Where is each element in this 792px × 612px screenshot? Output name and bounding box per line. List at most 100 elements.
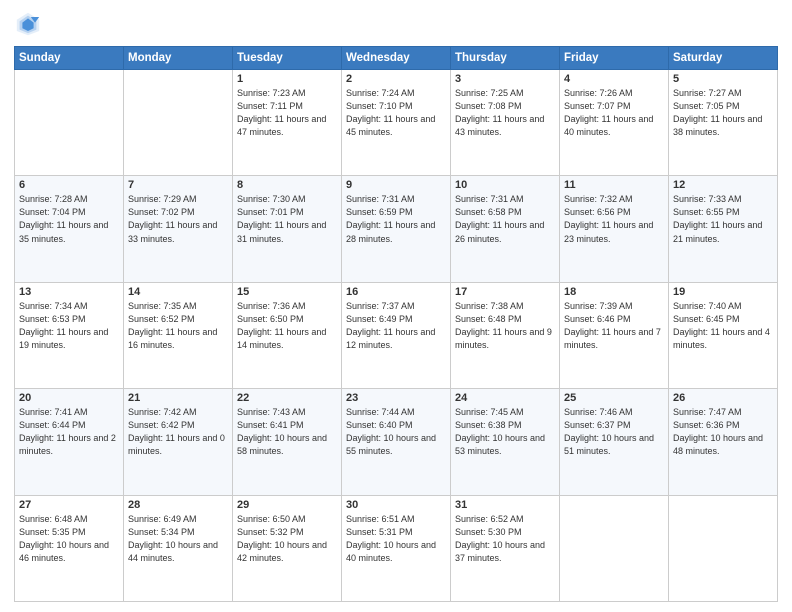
day-number: 29 [237, 499, 337, 511]
calendar-cell: 13 Sunrise: 7:34 AM Sunset: 6:53 PM Dayli… [15, 282, 124, 388]
day-number: 2 [346, 73, 446, 85]
day-info: Sunrise: 7:35 AM Sunset: 6:52 PM Dayligh… [128, 300, 228, 352]
day-number: 18 [564, 286, 664, 298]
calendar-cell: 5 Sunrise: 7:27 AM Sunset: 7:05 PM Daylig… [669, 70, 778, 176]
day-info: Sunrise: 7:33 AM Sunset: 6:55 PM Dayligh… [673, 193, 773, 245]
day-of-week-monday: Monday [124, 47, 233, 70]
calendar-cell: 11 Sunrise: 7:32 AM Sunset: 6:56 PM Dayli… [560, 176, 669, 282]
day-number: 6 [19, 179, 119, 191]
day-number: 17 [455, 286, 555, 298]
day-number: 4 [564, 73, 664, 85]
day-number: 14 [128, 286, 228, 298]
calendar-cell: 30 Sunrise: 6:51 AM Sunset: 5:31 PM Dayli… [342, 495, 451, 601]
day-of-week-thursday: Thursday [451, 47, 560, 70]
day-number: 13 [19, 286, 119, 298]
day-info: Sunrise: 6:51 AM Sunset: 5:31 PM Dayligh… [346, 513, 446, 565]
day-info: Sunrise: 7:41 AM Sunset: 6:44 PM Dayligh… [19, 406, 119, 458]
calendar-header-row: SundayMondayTuesdayWednesdayThursdayFrid… [15, 47, 778, 70]
day-info: Sunrise: 7:23 AM Sunset: 7:11 PM Dayligh… [237, 87, 337, 139]
calendar-cell: 23Sunrise: 7:44 AM Sunset: 6:40 PM Dayli… [342, 389, 451, 495]
calendar-cell: 19 Sunrise: 7:40 AM Sunset: 6:45 PM Dayli… [669, 282, 778, 388]
calendar-table: SundayMondayTuesdayWednesdayThursdayFrid… [14, 46, 778, 602]
calendar-cell: 4 Sunrise: 7:26 AM Sunset: 7:07 PM Daylig… [560, 70, 669, 176]
calendar-cell [124, 70, 233, 176]
calendar-cell: 21 Sunrise: 7:42 AM Sunset: 6:42 PM Dayli… [124, 389, 233, 495]
day-info: Sunrise: 7:37 AM Sunset: 6:49 PM Dayligh… [346, 300, 446, 352]
calendar-cell: 12 Sunrise: 7:33 AM Sunset: 6:55 PM Dayli… [669, 176, 778, 282]
day-info: Sunrise: 7:47 AM Sunset: 6:36 PM Dayligh… [673, 406, 773, 458]
day-info: Sunrise: 7:32 AM Sunset: 6:56 PM Dayligh… [564, 193, 664, 245]
calendar-cell: 22 Sunrise: 7:43 AM Sunset: 6:41 PM Dayli… [233, 389, 342, 495]
day-info: Sunrise: 7:45 AM Sunset: 6:38 PM Dayligh… [455, 406, 555, 458]
day-info: Sunrise: 7:31 AM Sunset: 6:59 PM Dayligh… [346, 193, 446, 245]
day-info: Sunrise: 7:24 AM Sunset: 7:10 PM Dayligh… [346, 87, 446, 139]
day-number: 12 [673, 179, 773, 191]
day-number: 27 [19, 499, 119, 511]
day-number: 11 [564, 179, 664, 191]
calendar-cell: 3Sunrise: 7:25 AM Sunset: 7:08 PM Daylig… [451, 70, 560, 176]
calendar-cell: 25 Sunrise: 7:46 AM Sunset: 6:37 PM Dayli… [560, 389, 669, 495]
calendar-cell: 24 Sunrise: 7:45 AM Sunset: 6:38 PM Dayli… [451, 389, 560, 495]
day-number: 3 [455, 73, 555, 85]
week-row-1: 1 Sunrise: 7:23 AM Sunset: 7:11 PM Daylig… [15, 70, 778, 176]
calendar-cell: 15 Sunrise: 7:36 AM Sunset: 6:50 PM Dayli… [233, 282, 342, 388]
day-number: 22 [237, 392, 337, 404]
calendar-cell [669, 495, 778, 601]
day-number: 25 [564, 392, 664, 404]
logo-icon [14, 10, 42, 38]
day-number: 1 [237, 73, 337, 85]
day-info: Sunrise: 7:26 AM Sunset: 7:07 PM Dayligh… [564, 87, 664, 139]
day-info: Sunrise: 7:40 AM Sunset: 6:45 PM Dayligh… [673, 300, 773, 352]
day-info: Sunrise: 6:50 AM Sunset: 5:32 PM Dayligh… [237, 513, 337, 565]
day-of-week-wednesday: Wednesday [342, 47, 451, 70]
calendar-cell: 10 Sunrise: 7:31 AM Sunset: 6:58 PM Dayli… [451, 176, 560, 282]
calendar-cell: 27Sunrise: 6:48 AM Sunset: 5:35 PM Dayli… [15, 495, 124, 601]
day-of-week-tuesday: Tuesday [233, 47, 342, 70]
day-info: Sunrise: 7:31 AM Sunset: 6:58 PM Dayligh… [455, 193, 555, 245]
calendar-cell: 7Sunrise: 7:29 AM Sunset: 7:02 PM Daylig… [124, 176, 233, 282]
day-info: Sunrise: 6:49 AM Sunset: 5:34 PM Dayligh… [128, 513, 228, 565]
calendar-cell: 1 Sunrise: 7:23 AM Sunset: 7:11 PM Daylig… [233, 70, 342, 176]
day-number: 9 [346, 179, 446, 191]
day-number: 24 [455, 392, 555, 404]
day-number: 30 [346, 499, 446, 511]
day-info: Sunrise: 7:38 AM Sunset: 6:48 PM Dayligh… [455, 300, 555, 352]
page: SundayMondayTuesdayWednesdayThursdayFrid… [0, 0, 792, 612]
day-number: 15 [237, 286, 337, 298]
calendar-cell: 20 Sunrise: 7:41 AM Sunset: 6:44 PM Dayli… [15, 389, 124, 495]
day-number: 21 [128, 392, 228, 404]
week-row-3: 13 Sunrise: 7:34 AM Sunset: 6:53 PM Dayli… [15, 282, 778, 388]
day-info: Sunrise: 7:34 AM Sunset: 6:53 PM Dayligh… [19, 300, 119, 352]
day-number: 5 [673, 73, 773, 85]
day-info: Sunrise: 7:43 AM Sunset: 6:41 PM Dayligh… [237, 406, 337, 458]
calendar-cell: 17 Sunrise: 7:38 AM Sunset: 6:48 PM Dayli… [451, 282, 560, 388]
calendar-cell [560, 495, 669, 601]
week-row-5: 27Sunrise: 6:48 AM Sunset: 5:35 PM Dayli… [15, 495, 778, 601]
day-info: Sunrise: 7:36 AM Sunset: 6:50 PM Dayligh… [237, 300, 337, 352]
day-of-week-friday: Friday [560, 47, 669, 70]
calendar-cell: 8Sunrise: 7:30 AM Sunset: 7:01 PM Daylig… [233, 176, 342, 282]
day-info: Sunrise: 7:46 AM Sunset: 6:37 PM Dayligh… [564, 406, 664, 458]
day-info: Sunrise: 7:27 AM Sunset: 7:05 PM Dayligh… [673, 87, 773, 139]
day-number: 10 [455, 179, 555, 191]
day-number: 23 [346, 392, 446, 404]
day-info: Sunrise: 7:30 AM Sunset: 7:01 PM Dayligh… [237, 193, 337, 245]
calendar-cell: 18Sunrise: 7:39 AM Sunset: 6:46 PM Dayli… [560, 282, 669, 388]
calendar-cell: 9 Sunrise: 7:31 AM Sunset: 6:59 PM Daylig… [342, 176, 451, 282]
day-of-week-sunday: Sunday [15, 47, 124, 70]
calendar-cell [15, 70, 124, 176]
day-number: 26 [673, 392, 773, 404]
logo [14, 10, 46, 38]
calendar-cell: 28Sunrise: 6:49 AM Sunset: 5:34 PM Dayli… [124, 495, 233, 601]
day-number: 16 [346, 286, 446, 298]
calendar-cell: 14 Sunrise: 7:35 AM Sunset: 6:52 PM Dayli… [124, 282, 233, 388]
day-info: Sunrise: 6:52 AM Sunset: 5:30 PM Dayligh… [455, 513, 555, 565]
day-info: Sunrise: 7:29 AM Sunset: 7:02 PM Dayligh… [128, 193, 228, 245]
calendar-cell: 31 Sunrise: 6:52 AM Sunset: 5:30 PM Dayli… [451, 495, 560, 601]
day-number: 20 [19, 392, 119, 404]
day-info: Sunrise: 7:42 AM Sunset: 6:42 PM Dayligh… [128, 406, 228, 458]
day-number: 31 [455, 499, 555, 511]
day-number: 19 [673, 286, 773, 298]
calendar-cell: 29 Sunrise: 6:50 AM Sunset: 5:32 PM Dayli… [233, 495, 342, 601]
header [14, 10, 778, 38]
